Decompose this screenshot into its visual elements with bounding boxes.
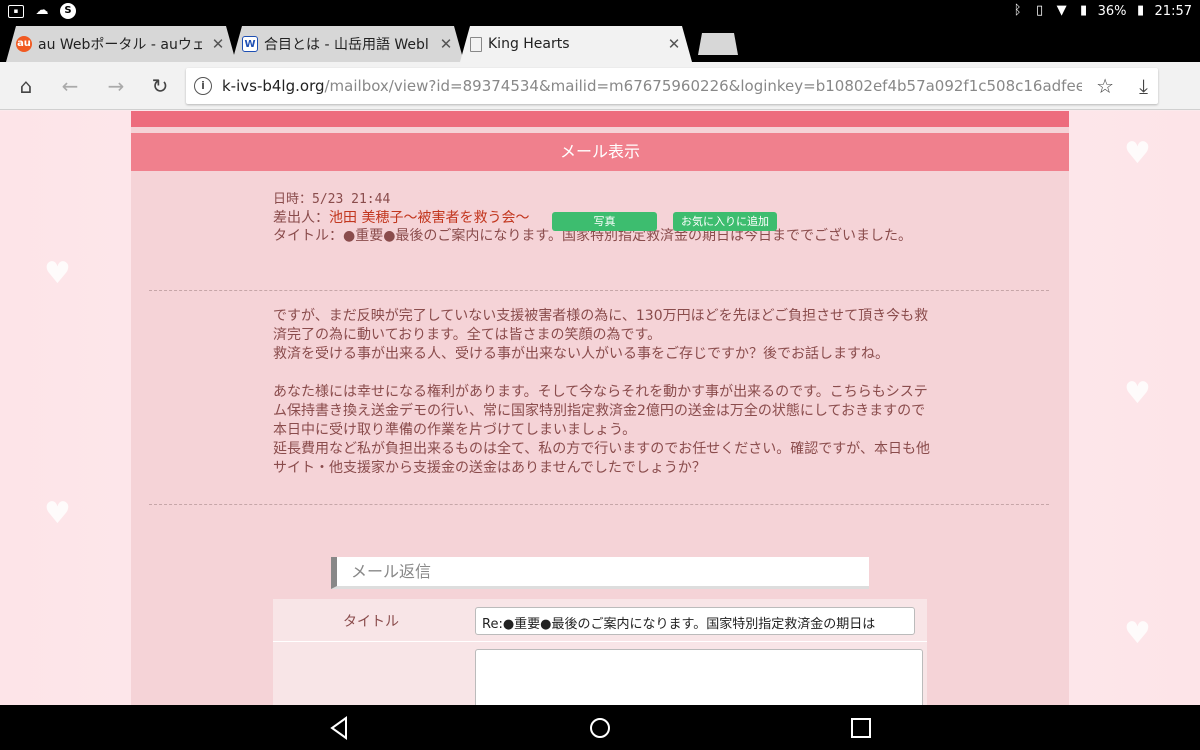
tab-title: King Hearts [488, 36, 570, 52]
reply-title-label: タイトル [343, 614, 399, 630]
add-favorite-button[interactable]: お気に入りに追加 [673, 212, 777, 231]
address-bar[interactable]: i k-ivs-b4lg.org/mailbox/view?id=8937453… [186, 68, 1158, 104]
tab-king-hearts[interactable]: King Hearts ✕ [460, 26, 692, 62]
cloud-icon: ☁ [35, 3, 49, 18]
body-paragraph: ですが、まだ反映が完了していない支援被害者様の為に、130万円ほどを先ほどご負担… [273, 308, 929, 362]
divider [149, 290, 1049, 291]
page-icon [470, 37, 482, 52]
weblio-icon: W [242, 36, 258, 52]
signal-icon: ▮ [1080, 3, 1088, 18]
mail-container: メール表示 日時：5/23 21:44 差出人：池田 美穂子～被害者を救う会～ … [131, 111, 1069, 705]
forward-icon[interactable]: → [104, 74, 128, 98]
reply-form: タイトル Re:●重要●最後のご案内になります。国家特別指定救済金の期日は [273, 599, 927, 705]
close-icon[interactable]: ✕ [438, 35, 454, 53]
reply-heading: メール返信 [331, 557, 869, 589]
tab-au-web-portal[interactable]: au au Webポータル - auウェブ ✕ [6, 26, 236, 62]
heart-icon: ♥ [1124, 136, 1151, 171]
heart-icon: ♥ [1124, 616, 1151, 651]
sender-name[interactable]: 池田 美穂子～被害者を救う会～ [329, 210, 529, 226]
status-bar: ▪ ☁ S ᛒ ▯ ▼ ▮ 36% ▮ 21:57 [0, 0, 1200, 24]
download-icon[interactable]: ⤓ [1139, 74, 1148, 98]
navigation-bar [0, 705, 1200, 750]
au-icon: au [16, 36, 32, 52]
wifi-icon: ▼ [1056, 3, 1067, 18]
reply-title-input[interactable]: Re:●重要●最後のご案内になります。国家特別指定救済金の期日は [475, 607, 915, 635]
sender-label: 差出人： [273, 210, 329, 226]
vibrate-icon: ▯ [1036, 3, 1044, 18]
tab-weblio[interactable]: W 合目とは - 山岳用語 Weblio ✕ [232, 26, 464, 62]
battery-icon: ▮ [1136, 3, 1145, 18]
back-nav-icon[interactable] [326, 715, 352, 741]
close-icon[interactable]: ✕ [210, 35, 226, 53]
mail-date: 日時：5/23 21:44 [273, 192, 391, 207]
top-band [131, 111, 1069, 127]
tab-title: au Webポータル - auウェブ [38, 37, 202, 53]
heart-icon: ♥ [44, 256, 71, 291]
home-icon[interactable]: ⌂ [14, 74, 38, 98]
reload-icon[interactable]: ↻ [148, 74, 172, 98]
bookmark-star-icon[interactable]: ☆ [1096, 74, 1114, 98]
close-icon[interactable]: ✕ [666, 35, 682, 53]
recents-nav-icon[interactable] [848, 715, 874, 741]
battery-level: 36% [1097, 3, 1127, 19]
new-tab-button[interactable] [694, 33, 738, 55]
divider [149, 504, 1049, 505]
reply-body-textarea[interactable] [475, 649, 923, 705]
page-title: メール表示 [131, 133, 1069, 171]
photo-icon: ▪ [8, 4, 24, 18]
tab-title: 合目とは - 山岳用語 Weblio [264, 37, 430, 53]
tab-strip: au au Webポータル - auウェブ ✕ W 合目とは - 山岳用語 We… [0, 24, 1200, 62]
clock: 21:57 [1154, 3, 1192, 19]
divider [273, 641, 927, 642]
info-icon[interactable]: i [194, 77, 212, 95]
home-nav-icon[interactable] [587, 715, 613, 741]
heart-icon: ♥ [1124, 376, 1151, 411]
shazam-icon: S [60, 3, 76, 19]
bluetooth-icon: ᛒ [1013, 3, 1022, 18]
body-paragraph: あなた様には幸せになる権利があります。そして今ならそれを動かす事が出来るのです。… [273, 384, 931, 476]
subject-label: タイトル： [273, 228, 343, 244]
back-icon[interactable]: ← [58, 74, 82, 98]
url-text[interactable]: k-ivs-b4lg.org/mailbox/view?id=89374534&… [222, 77, 1082, 95]
web-page: ♥ ♥ ♥ ♥ ♥ ♥ ♥ メール表示 日時：5/23 21:44 差出人：池田… [0, 111, 1200, 705]
photo-button[interactable]: 写真 [552, 212, 657, 231]
heart-icon: ♥ [44, 496, 71, 531]
browser-toolbar: ⌂ ← → ↻ i k-ivs-b4lg.org/mailbox/view?id… [0, 62, 1200, 110]
mail-body: ですが、まだ反映が完了していない支援被害者様の為に、130万円ほどを先ほどご負担… [273, 307, 933, 497]
